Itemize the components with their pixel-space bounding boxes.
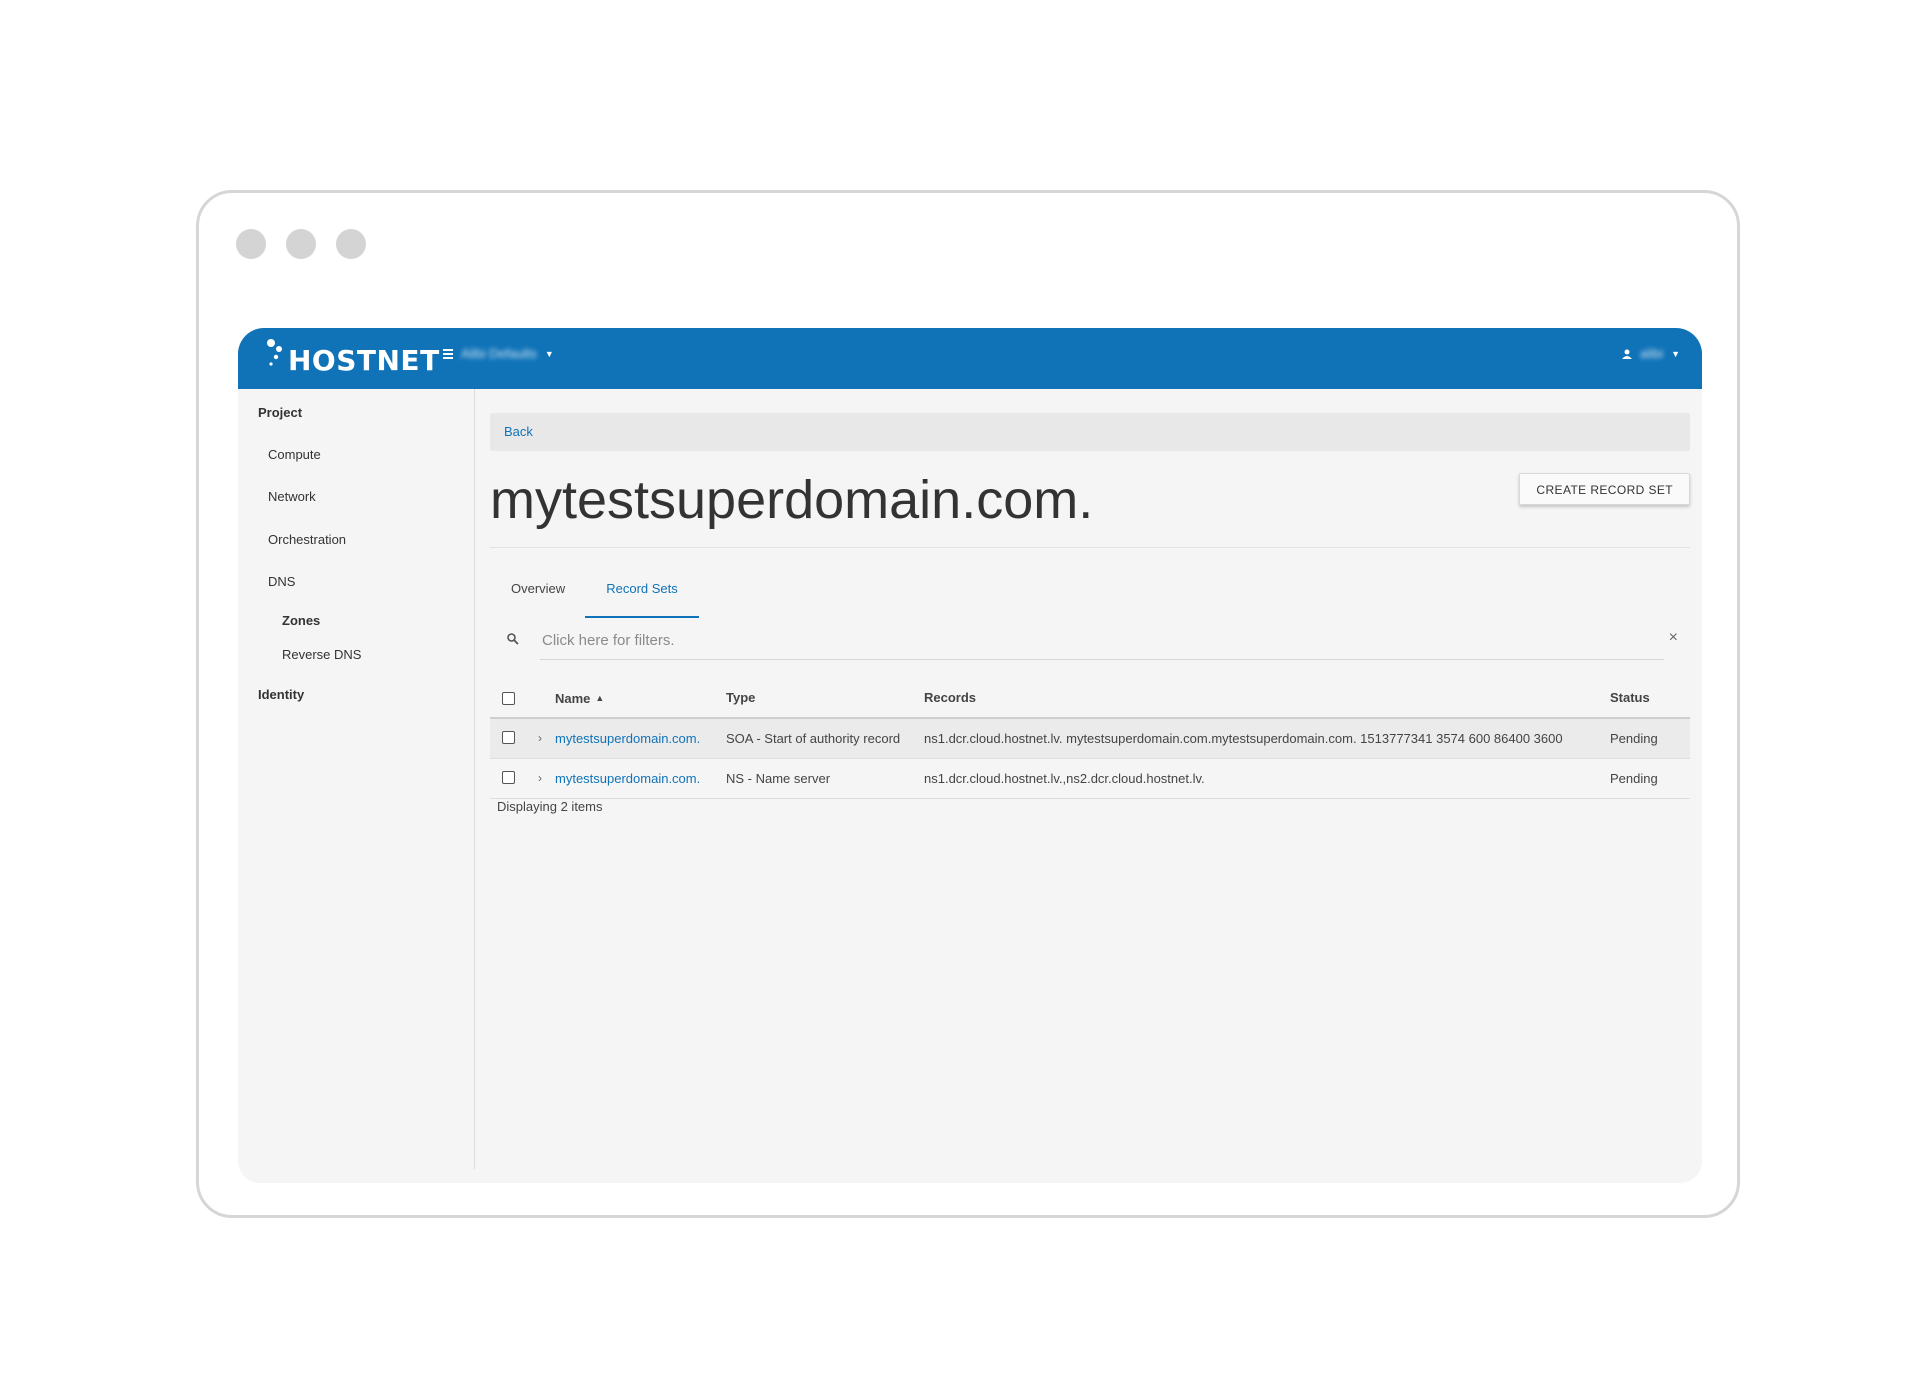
search-icon bbox=[507, 633, 519, 645]
chevron-down-icon: ▼ bbox=[544, 348, 554, 359]
user-icon bbox=[1621, 349, 1632, 359]
sidebar-item-dns[interactable]: DNS bbox=[268, 574, 295, 589]
sort-ascending-icon: ▲ bbox=[595, 693, 605, 703]
record-values: ns1.dcr.cloud.hostnet.lv. mytestsuperdom… bbox=[924, 731, 1563, 746]
filter-bar: × bbox=[490, 621, 1690, 660]
user-menu[interactable]: alibi ▼ bbox=[1621, 346, 1680, 361]
page-title: mytestsuperdomain.com. bbox=[490, 470, 1094, 530]
create-record-set-button[interactable]: CREATE RECORD SET bbox=[1519, 473, 1690, 505]
sidebar-item-compute[interactable]: Compute bbox=[268, 447, 321, 462]
sidebar-section-identity[interactable]: Identity bbox=[258, 687, 304, 702]
sidebar-section-project[interactable]: Project bbox=[258, 405, 302, 420]
main-content: Back mytestsuperdomain.com. CREATE RECOR… bbox=[490, 389, 1690, 1169]
project-selector[interactable]: Alibi Defaults ▼ bbox=[443, 346, 554, 361]
table-header: Name ▲ Type Records Status bbox=[490, 679, 1690, 719]
tab-overview[interactable]: Overview bbox=[511, 561, 565, 616]
record-type: SOA - Start of authority record bbox=[726, 731, 901, 746]
chevron-right-icon[interactable]: › bbox=[538, 759, 542, 798]
record-values: ns1.dcr.cloud.hostnet.lv.,ns2.dcr.cloud.… bbox=[924, 771, 1205, 786]
row-checkbox[interactable] bbox=[502, 771, 515, 784]
record-sets-table: Name ▲ Type Records Status › mytestsuperd… bbox=[490, 679, 1690, 799]
select-all-checkbox[interactable] bbox=[502, 692, 515, 705]
window-close-dot[interactable] bbox=[236, 229, 266, 259]
tab-record-sets[interactable]: Record Sets bbox=[585, 561, 699, 618]
user-name: alibi bbox=[1639, 346, 1664, 361]
breadcrumb: Back bbox=[490, 413, 1690, 451]
item-count: Displaying 2 items bbox=[497, 799, 603, 814]
column-header-records[interactable]: Records bbox=[924, 679, 976, 717]
title-divider bbox=[490, 547, 1690, 548]
tab-bar: Overview Record Sets bbox=[490, 561, 1690, 619]
record-type: NS - Name server bbox=[726, 771, 831, 786]
browser-window: HOSTNET Alibi Defaults ▼ alibi ▼ Project… bbox=[196, 190, 1740, 1218]
logo-dots-icon bbox=[267, 339, 282, 366]
chevron-right-icon[interactable]: › bbox=[538, 719, 542, 758]
sidebar: Project Compute Network Orchestration DN… bbox=[238, 389, 475, 1169]
row-checkbox[interactable] bbox=[502, 731, 515, 744]
sidebar-item-orchestration[interactable]: Orchestration bbox=[268, 532, 346, 547]
chevron-down-icon: ▼ bbox=[1671, 348, 1680, 359]
window-maximize-dot[interactable] bbox=[336, 229, 366, 259]
top-bar: HOSTNET Alibi Defaults ▼ alibi ▼ bbox=[238, 328, 1702, 389]
sidebar-item-zones[interactable]: Zones bbox=[282, 613, 320, 628]
window-minimize-dot[interactable] bbox=[286, 229, 316, 259]
table-row[interactable]: › mytestsuperdomain.com. NS - Name serve… bbox=[490, 759, 1690, 799]
close-icon[interactable]: × bbox=[1669, 629, 1678, 647]
sidebar-item-reverse-dns[interactable]: Reverse DNS bbox=[282, 647, 361, 662]
record-status: Pending bbox=[1610, 771, 1658, 786]
grid-icon bbox=[443, 348, 453, 359]
project-name: Alibi Defaults bbox=[461, 346, 537, 361]
column-header-type[interactable]: Type bbox=[726, 679, 755, 717]
logo-text: HOSTNET bbox=[288, 344, 440, 377]
record-name-link[interactable]: mytestsuperdomain.com. bbox=[555, 759, 700, 798]
filter-input[interactable] bbox=[540, 621, 1664, 660]
column-header-status[interactable]: Status bbox=[1610, 679, 1650, 717]
back-link[interactable]: Back bbox=[504, 424, 533, 439]
table-row[interactable]: › mytestsuperdomain.com. SOA - Start of … bbox=[490, 719, 1690, 759]
record-name-link[interactable]: mytestsuperdomain.com. bbox=[555, 719, 700, 758]
record-status: Pending bbox=[1610, 731, 1658, 746]
app-container: HOSTNET Alibi Defaults ▼ alibi ▼ Project… bbox=[238, 328, 1702, 1183]
sidebar-item-network[interactable]: Network bbox=[268, 489, 316, 504]
column-header-name[interactable]: Name ▲ bbox=[555, 679, 604, 718]
